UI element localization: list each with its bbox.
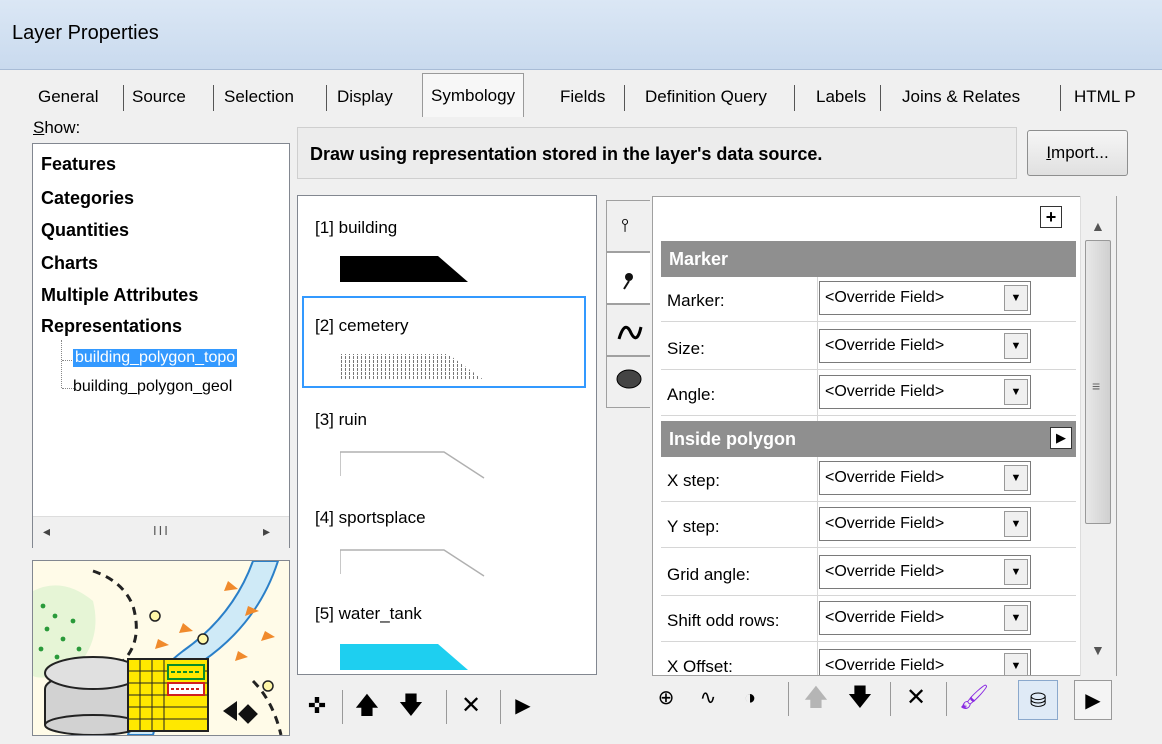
- tab-strip: General Source Selection Display Symbolo…: [30, 73, 1162, 117]
- chevron-down-icon[interactable]: ▼: [1004, 379, 1028, 405]
- tab-selection[interactable]: Selection: [216, 79, 302, 115]
- rule-label-water-tank[interactable]: [5] water_tank: [315, 604, 422, 624]
- prop-label-angle: Angle:: [667, 385, 716, 404]
- prop-label-marker: Marker:: [667, 291, 725, 310]
- rule-swatch-cemetery[interactable]: [340, 352, 490, 382]
- scroll-left-icon[interactable]: ◂: [43, 523, 50, 540]
- chevron-down-icon[interactable]: ▼: [1004, 333, 1028, 359]
- prop-label-grid-angle: Grid angle:: [667, 565, 751, 584]
- prop-label-x-step: X step:: [667, 471, 720, 490]
- prop-label-y-step: Y step:: [667, 517, 720, 536]
- expand-arrow-icon[interactable]: ▶: [1050, 427, 1072, 449]
- show-item-features[interactable]: Features: [41, 154, 116, 175]
- rule-swatch-water-tank[interactable]: [340, 642, 470, 672]
- prop-value-grid-angle[interactable]: <Override Field> ▼: [819, 555, 1031, 589]
- prop-value-angle[interactable]: <Override Field> ▼: [819, 375, 1031, 409]
- paint-brush-icon[interactable]: 🖌: [956, 678, 992, 718]
- horizontal-scrollbar[interactable]: ◂ III ▸: [33, 516, 289, 548]
- show-item-categories[interactable]: Categories: [41, 188, 134, 209]
- tab-source[interactable]: Source: [124, 79, 194, 115]
- prop-value-shift-odd-rows[interactable]: <Override Field> ▼: [819, 601, 1031, 635]
- move-rule-down-button[interactable]: 🡇: [396, 686, 426, 726]
- rule-swatch-ruin[interactable]: [340, 448, 490, 480]
- chevron-down-icon[interactable]: ▼: [1004, 605, 1028, 631]
- group-header-marker: Marker: [661, 241, 1076, 277]
- database-cylinder-button[interactable]: ⛁: [1018, 680, 1058, 720]
- tab-html-popup[interactable]: HTML P: [1066, 79, 1144, 115]
- add-fill-layer-button[interactable]: ◑: [732, 678, 768, 718]
- show-label: Show:: [33, 118, 81, 137]
- scroll-down-icon[interactable]: ▼: [1091, 642, 1105, 658]
- scroll-thumb-grip-icon[interactable]: III: [153, 523, 170, 538]
- add-stroke-layer-button[interactable]: ∿: [690, 678, 726, 718]
- tab-stroke-properties[interactable]: [606, 304, 650, 356]
- tab-fields[interactable]: Fields: [552, 79, 613, 115]
- layer-properties-icon: ⫯: [621, 215, 629, 236]
- move-layer-down-button[interactable]: 🡇: [842, 678, 878, 718]
- property-grid: Marker Marker: <Override Field> ▼ Size: <…: [652, 196, 1117, 676]
- chevron-down-icon[interactable]: ▼: [1004, 511, 1028, 537]
- tab-fill-properties[interactable]: [606, 356, 650, 408]
- show-item-multiple-attributes[interactable]: Multiple Attributes: [41, 285, 198, 306]
- prop-value-x-step[interactable]: <Override Field> ▼: [819, 461, 1031, 495]
- marker-icon: [623, 280, 630, 290]
- tree-child-building-polygon-geol[interactable]: building_polygon_geol: [73, 378, 232, 396]
- move-layer-up-button[interactable]: 🡅: [798, 678, 834, 718]
- tab-symbology[interactable]: Symbology: [422, 73, 525, 117]
- representation-rules-list[interactable]: [1] building [2] cemetery [3] ruin [4] s…: [297, 195, 597, 675]
- delete-layer-button[interactable]: ✕: [898, 678, 934, 718]
- prop-label-x-offset: X Offset:: [667, 657, 733, 676]
- chevron-down-icon[interactable]: ▼: [1004, 559, 1028, 585]
- group-header-inside-polygon: Inside polygon ▶: [661, 421, 1076, 457]
- rule-swatch-sportsplace[interactable]: [340, 546, 490, 578]
- show-item-quantities[interactable]: Quantities: [41, 220, 129, 241]
- add-marker-layer-button[interactable]: ⊕: [648, 678, 684, 718]
- chevron-down-icon[interactable]: ▼: [1004, 285, 1028, 311]
- import-button[interactable]: Import...: [1027, 130, 1128, 176]
- prop-value-y-step[interactable]: <Override Field> ▼: [819, 507, 1031, 541]
- renderer-description: Draw using representation stored in the …: [297, 127, 1017, 179]
- prop-value-x-offset[interactable]: <Override Field> ▼: [819, 649, 1031, 675]
- delete-rule-button[interactable]: ✕: [456, 686, 486, 726]
- scroll-up-icon[interactable]: ▲: [1091, 218, 1105, 234]
- chevron-down-icon[interactable]: ▼: [1004, 465, 1028, 491]
- tab-definition-query[interactable]: Definition Query: [637, 79, 775, 115]
- tab-labels[interactable]: Labels: [808, 79, 874, 115]
- show-item-charts[interactable]: Charts: [41, 253, 98, 274]
- rule-label-sportsplace[interactable]: [4] sportsplace: [315, 508, 426, 528]
- tab-display[interactable]: Display: [329, 79, 401, 115]
- tab-marker-properties[interactable]: [606, 252, 650, 304]
- prop-label-shift-odd-rows: Shift odd rows:: [667, 611, 780, 630]
- tree-child-building-polygon-topo[interactable]: building_polygon_topo: [73, 349, 238, 367]
- show-tree[interactable]: Features Categories Quantities Charts Mu…: [32, 143, 290, 548]
- rule-label-building[interactable]: [1] building: [315, 218, 397, 238]
- rule-swatch-building[interactable]: [340, 254, 470, 284]
- prop-value-size[interactable]: <Override Field> ▼: [819, 329, 1031, 363]
- representation-preview-image: [32, 560, 290, 736]
- add-property-button[interactable]: +: [1040, 206, 1062, 228]
- scroll-grip-icon: ≡: [1092, 378, 1101, 394]
- rule-label-cemetery[interactable]: [2] cemetery: [315, 316, 409, 336]
- rule-label-ruin[interactable]: [3] ruin: [315, 410, 367, 430]
- show-item-representations[interactable]: Representations: [41, 316, 182, 337]
- fill-icon: [616, 369, 642, 389]
- tab-general-properties[interactable]: ⫯: [606, 200, 650, 252]
- more-layer-options-button[interactable]: ▶: [1074, 680, 1112, 720]
- stroke-icon: [617, 325, 643, 340]
- title-bar: Layer Properties: [0, 0, 1162, 70]
- tab-general[interactable]: General: [30, 79, 106, 115]
- tab-joins-relates[interactable]: Joins & Relates: [894, 79, 1028, 115]
- prop-label-size: Size:: [667, 339, 705, 358]
- chevron-down-icon[interactable]: ▼: [1004, 653, 1028, 675]
- scroll-right-icon[interactable]: ▸: [263, 523, 270, 540]
- vertical-scrollbar[interactable]: ▲ ≡ ▼: [1080, 196, 1116, 676]
- add-rule-button[interactable]: ✜: [302, 686, 332, 726]
- more-rule-options-button[interactable]: ▶: [510, 686, 536, 726]
- window-title: Layer Properties: [12, 22, 159, 44]
- move-rule-up-button[interactable]: 🡅: [352, 686, 382, 726]
- prop-value-marker[interactable]: <Override Field> ▼: [819, 281, 1031, 315]
